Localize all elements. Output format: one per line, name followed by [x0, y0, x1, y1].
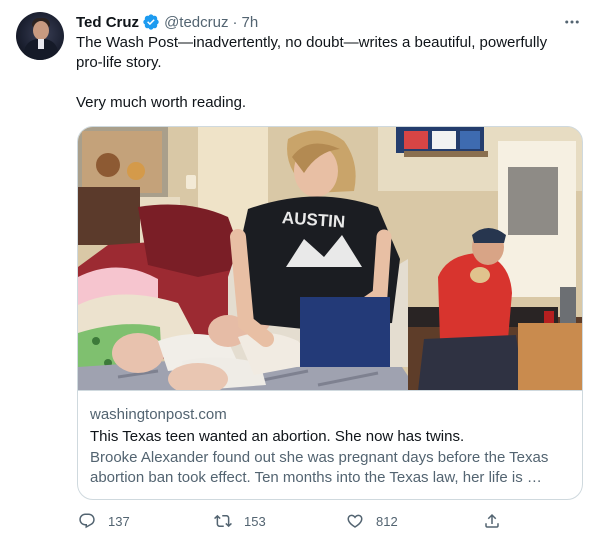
more-options-button[interactable]	[562, 12, 582, 32]
card-description-line: Brooke Alexander found out she was pregn…	[90, 449, 549, 466]
tweet-text-line: The Wash Post—inadvertently, no doubt—wr…	[76, 34, 548, 51]
card-title: This Texas teen wanted an abortion. She …	[90, 428, 465, 445]
share-icon	[485, 513, 499, 528]
reply-count: 137	[108, 513, 130, 529]
author-handle[interactable]: @tedcruz	[164, 14, 228, 31]
like-icon	[347, 514, 363, 528]
card-photo: AUSTIN	[78, 127, 582, 390]
tweet[interactable]: Ted Cruz @tedcruz · 7h The Wash Post—ina…	[0, 0, 598, 544]
verified-badge-icon	[143, 14, 159, 30]
avatar[interactable]	[16, 12, 64, 60]
more-options-icon	[565, 20, 579, 24]
retweet-icon	[214, 514, 232, 528]
link-card[interactable]: AUSTIN washingtonpost.com This Texas tee…	[77, 126, 583, 500]
card-image[interactable]: AUSTIN	[78, 127, 582, 391]
tweet-header: Ted Cruz @tedcruz · 7h	[76, 12, 258, 32]
card-domain: washingtonpost.com	[90, 406, 227, 423]
share-button[interactable]	[483, 512, 513, 530]
card-description: Brooke Alexander found out she was pregn…	[90, 448, 570, 488]
timestamp[interactable]: 7h	[241, 14, 258, 31]
tweet-text-line: pro-life story.	[76, 54, 162, 71]
like-count: 812	[376, 513, 398, 529]
card-description-line: abortion ban took effect. Ten months int…	[90, 469, 542, 486]
retweet-button[interactable]: 153	[214, 512, 266, 530]
author-name[interactable]: Ted Cruz	[76, 14, 139, 31]
tweet-actions: 137 153 812	[0, 512, 598, 534]
tweet-text: The Wash Post—inadvertently, no doubt—wr…	[76, 33, 576, 113]
reply-button[interactable]: 137	[78, 512, 130, 530]
retweet-count: 153	[244, 513, 266, 529]
like-button[interactable]: 812	[346, 512, 398, 530]
separator-dot: ·	[232, 13, 238, 31]
reply-icon	[79, 513, 95, 529]
tweet-text-line: Very much worth reading.	[76, 94, 247, 111]
card-meta: washingtonpost.com This Texas teen wante…	[90, 405, 570, 488]
